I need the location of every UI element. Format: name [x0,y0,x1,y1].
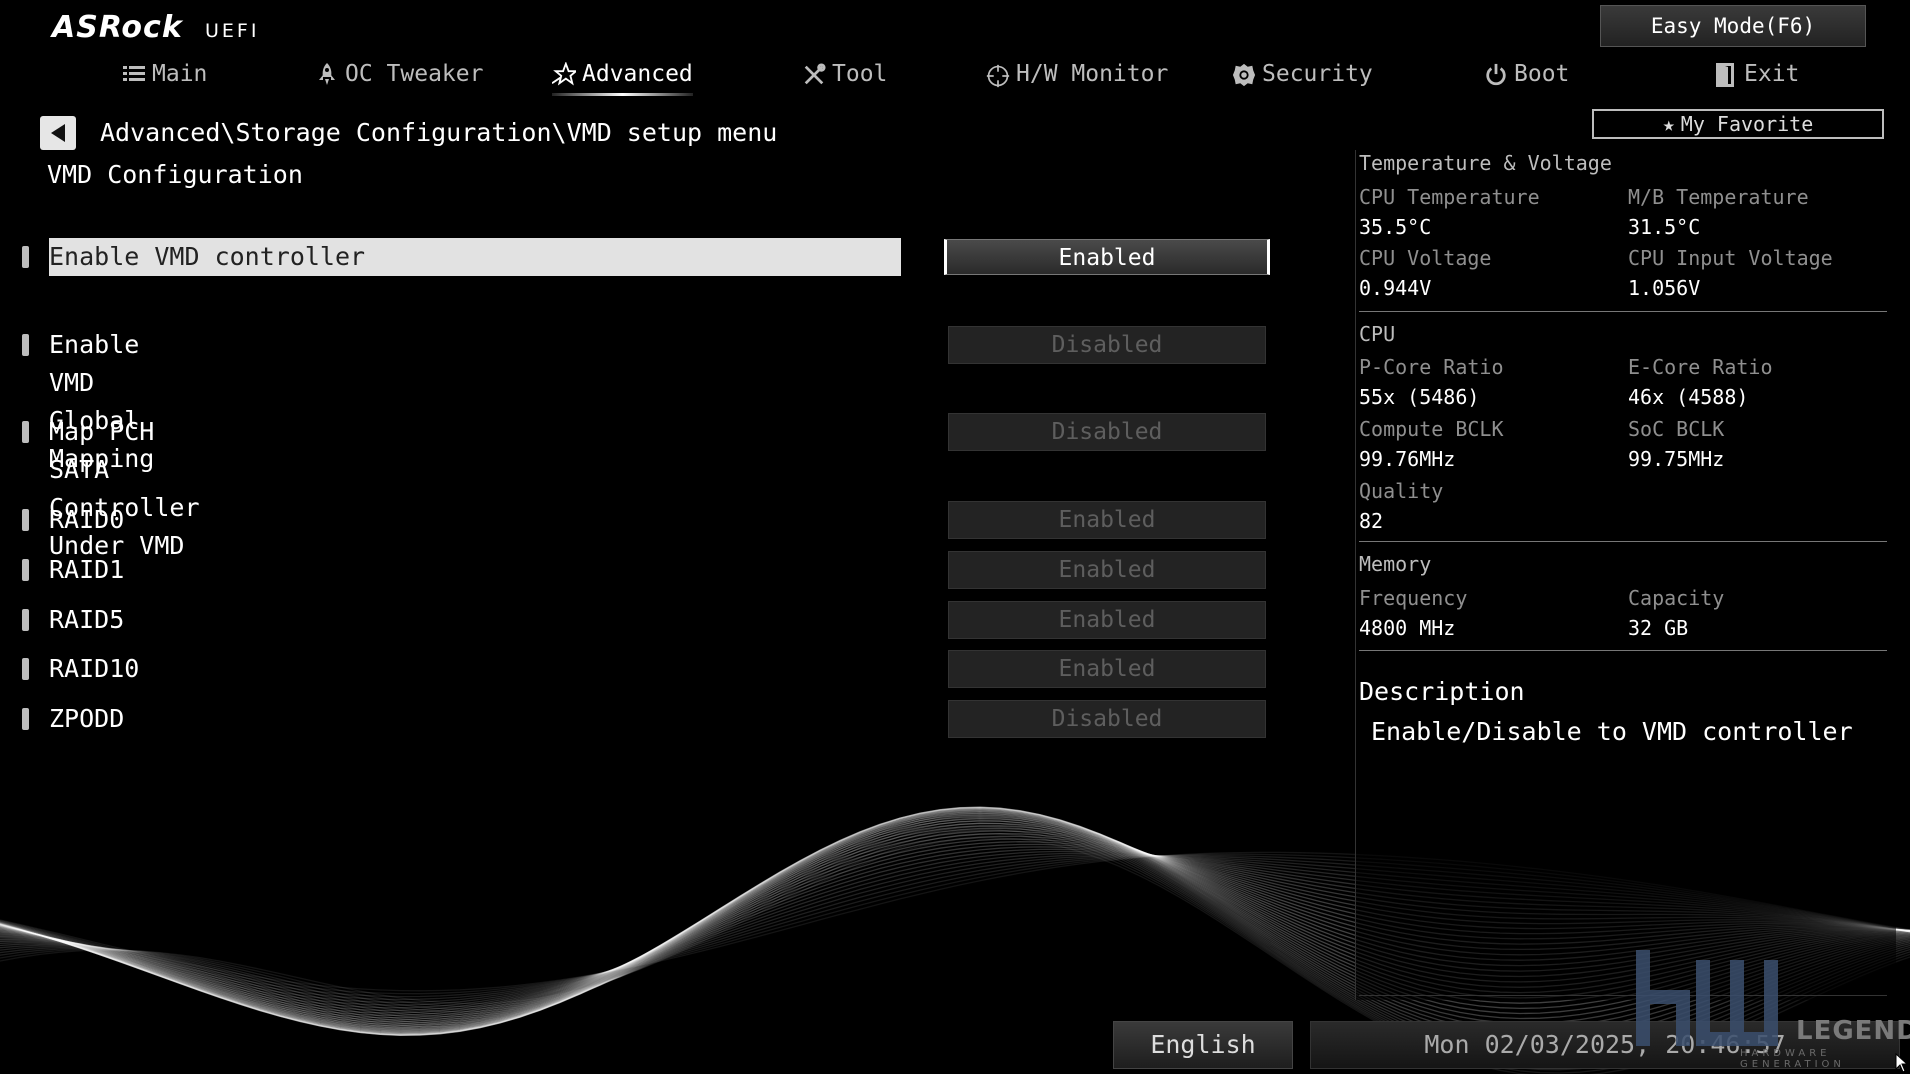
description-heading: Description [1359,677,1525,706]
tools-icon [802,62,826,86]
star-icon: ★ [1662,112,1675,136]
tab-security[interactable]: Security [1232,56,1373,92]
panel-divider [1359,311,1887,312]
language-button[interactable]: English [1113,1021,1293,1069]
setting-label[interactable]: Map PCH SATA Controller Under VMD [49,413,200,565]
breadcrumb: Advanced\Storage Configuration\VMD setup… [100,118,778,147]
tab-label: Main [152,61,208,87]
row-handle [22,334,29,356]
easy-mode-button[interactable]: Easy Mode(F6) [1600,5,1866,47]
tab-advanced[interactable]: Advanced [552,56,693,96]
setting-value-dropdown[interactable]: Disabled [948,326,1266,364]
quality-label: Quality [1359,479,1444,503]
tab-label: OC Tweaker [345,61,484,87]
frequency-label: Frequency [1359,586,1468,610]
setting-label[interactable]: RAID10 [49,650,139,688]
row-handle [22,609,29,631]
frequency-value: 4800 MHz [1359,616,1456,640]
power-icon [1484,62,1508,86]
cpu-input-voltage-label: CPU Input Voltage [1628,246,1833,270]
page-title: VMD Configuration [47,160,303,189]
watermark-subtext: HARDWARE GENERATION [1740,1048,1845,1070]
setting-value-dropdown[interactable]: Disabled [948,700,1266,738]
soc-bclk-value: 99.75MHz [1628,447,1725,471]
exit-icon [1714,62,1738,87]
setting-value-dropdown[interactable]: Disabled [948,413,1266,451]
quality-value: 82 [1359,509,1384,533]
description-text: Enable/Disable to VMD controller [1371,717,1853,746]
setting-label[interactable]: RAID0 [49,501,124,539]
mb-temp-value: 31.5°C [1628,215,1701,239]
setting-label[interactable]: RAID5 [49,601,124,639]
row-handle [22,421,29,443]
row-handle [22,708,29,730]
compute-bclk-label: Compute BCLK [1359,417,1504,441]
panel-divider [1359,541,1887,542]
setting-label[interactable]: ZPODD [49,700,124,738]
memory-heading: Memory [1359,552,1432,576]
cpu-temp-value: 35.5°C [1359,215,1432,239]
watermark-text: LEGEND [1796,1016,1910,1046]
mouse-cursor-icon [1895,1053,1909,1073]
row-handle [22,658,29,680]
tab-boot[interactable]: Boot [1484,56,1569,92]
compute-bclk-value: 99.76MHz [1359,447,1456,471]
setting-value-dropdown[interactable]: Enabled [948,551,1266,589]
setting-value-dropdown[interactable]: Enabled [948,601,1266,639]
list-icon [122,62,146,86]
e-core-ratio-value: 46x (4588) [1628,385,1749,409]
cpu-voltage-label: CPU Voltage [1359,246,1492,270]
setting-label[interactable]: RAID1 [49,551,124,589]
cpu-voltage-value: 0.944V [1359,276,1432,300]
back-button[interactable] [40,116,76,150]
cpu-temp-label: CPU Temperature [1359,185,1540,209]
tab-label: Advanced [582,61,693,87]
star-icon [552,62,576,86]
setting-label[interactable]: Enable VMD controller [49,238,901,276]
my-favorite-label: My Favorite [1680,112,1814,136]
rocket-icon [315,62,339,86]
asrock-logo: ASRock [52,10,183,45]
cpu-input-voltage-value: 1.056V [1628,276,1701,300]
e-core-ratio-label: E-Core Ratio [1628,355,1773,379]
uefi-logo-label: UEFI [205,20,260,42]
p-core-ratio-label: P-Core Ratio [1359,355,1504,379]
tab-tool[interactable]: Tool [802,56,887,92]
setting-value-dropdown[interactable]: Enabled [948,501,1266,539]
watermark-logo: LEGEND HARDWARE GENERATION [1630,950,1910,1070]
row-handle [22,246,29,268]
capacity-value: 32 GB [1628,616,1689,640]
tab-label: H/W Monitor [1016,61,1169,87]
p-core-ratio-value: 55x (5486) [1359,385,1480,409]
cpu-heading: CPU [1359,322,1396,346]
panel-divider [1359,650,1887,651]
tab-exit[interactable]: Exit [1714,56,1799,92]
temp-voltage-heading: Temperature & Voltage [1359,151,1612,175]
tab-hw-monitor[interactable]: H/W Monitor [986,56,1168,92]
setting-value-dropdown[interactable]: Enabled [944,239,1270,275]
mb-temp-label: M/B Temperature [1628,185,1809,209]
tab-main[interactable]: Main [122,56,207,92]
tab-label: Exit [1744,61,1800,87]
setting-value-dropdown[interactable]: Enabled [948,650,1266,688]
shield-icon [1232,62,1256,87]
crosshair-icon [986,62,1010,88]
soc-bclk-label: SoC BCLK [1628,417,1725,441]
system-info-panel: Temperature & Voltage CPU Temperature 35… [1355,150,1896,1000]
tab-label: Security [1262,61,1373,87]
my-favorite-button[interactable]: ★ My Favorite [1592,109,1884,139]
row-handle [22,559,29,581]
back-arrow-icon [51,124,65,142]
row-handle [22,509,29,531]
tab-label: Tool [832,61,888,87]
capacity-label: Capacity [1628,586,1725,610]
tab-label: Boot [1514,61,1570,87]
tab-oc-tweaker[interactable]: OC Tweaker [315,56,483,92]
